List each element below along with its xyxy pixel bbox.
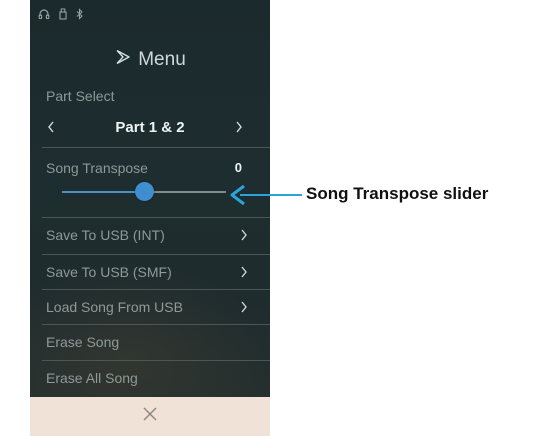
callout-arrow bbox=[230, 184, 302, 206]
callout-label: Song Transpose slider bbox=[306, 184, 489, 203]
